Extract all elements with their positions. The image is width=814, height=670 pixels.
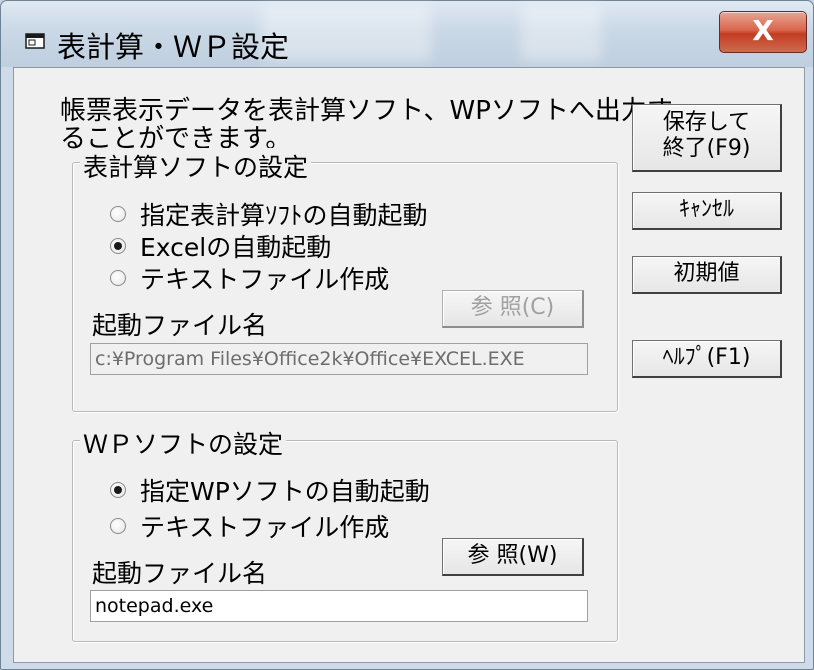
- radio-option-wp-text-file[interactable]: テキストファイル作成: [110, 508, 389, 544]
- defaults-button[interactable]: 初期値: [632, 256, 782, 294]
- wp-file-label: 起動ファイル名: [92, 559, 268, 588]
- close-button[interactable]: X: [719, 11, 807, 53]
- app-window-icon: [25, 33, 45, 49]
- wp-browse-button[interactable]: 参 照(W): [442, 538, 584, 576]
- cancel-button[interactable]: ｷｬﾝｾﾙ: [632, 192, 782, 230]
- spreadsheet-file-label: 起動ファイル名: [92, 311, 268, 340]
- wp-path-field[interactable]: notepad.exe: [90, 590, 588, 622]
- title-bar-sheen: [521, 5, 601, 61]
- radio-label: 指定WPソフトの自動起動: [140, 477, 430, 506]
- radio-button-selected[interactable]: [110, 238, 126, 254]
- radio-label: テキストファイル作成: [140, 513, 390, 542]
- dialog-body: 帳票表示データを表計算ソフト、WPソフトへ出力す ることができます。 表計算ソフ…: [13, 67, 805, 663]
- radio-option-specified-spreadsheet[interactable]: 指定表計算ｿﾌﾄの自動起動: [110, 196, 428, 232]
- wp-settings-title: ＷＰソフトの設定: [80, 425, 287, 461]
- radio-label: 指定表計算ｿﾌﾄの自動起動: [140, 201, 428, 230]
- radio-button[interactable]: [110, 518, 126, 534]
- spreadsheet-path-field[interactable]: c:¥Program Files¥Office2k¥Office¥EXCEL.E…: [90, 343, 588, 375]
- dialog-window: 表計算・ＷＰ設定 X 帳票表示データを表計算ソフト、WPソフトへ出力す ることが…: [0, 0, 814, 670]
- radio-label: テキストファイル作成: [140, 265, 390, 294]
- radio-button[interactable]: [110, 206, 126, 222]
- radio-option-specified-wp[interactable]: 指定WPソフトの自動起動: [110, 472, 430, 508]
- radio-label: Excelの自動起動: [140, 233, 332, 262]
- radio-option-text-file[interactable]: テキストファイル作成: [110, 260, 389, 296]
- save-button-line-2: 終了(F9): [662, 136, 751, 161]
- title-bar[interactable]: 表計算・ＷＰ設定 X: [1, 1, 813, 67]
- radio-option-excel[interactable]: Excelの自動起動: [110, 228, 331, 264]
- help-button[interactable]: ﾍﾙﾌﾟ(F1): [632, 340, 782, 378]
- radio-button[interactable]: [110, 270, 126, 286]
- radio-button-selected[interactable]: [110, 482, 126, 498]
- spreadsheet-settings-title: 表計算ソフトの設定: [80, 148, 312, 184]
- save-and-exit-button[interactable]: 保存して 終了(F9): [632, 104, 782, 172]
- save-button-line-1: 保存して: [662, 110, 751, 135]
- window-title: 表計算・ＷＰ設定: [57, 30, 290, 64]
- spreadsheet-browse-button[interactable]: 参 照(C): [442, 290, 584, 328]
